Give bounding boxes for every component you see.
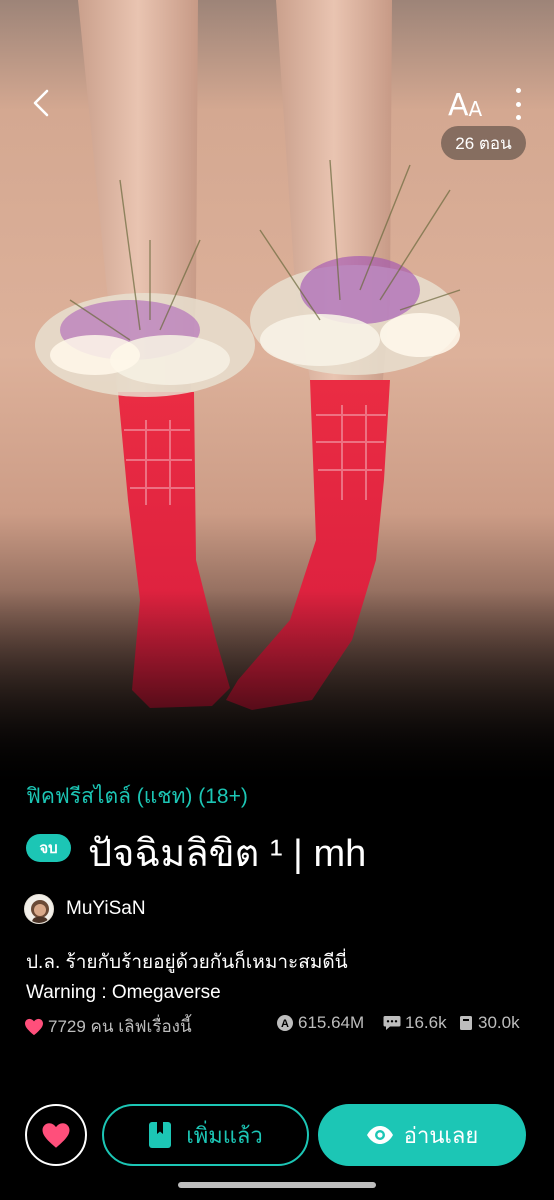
font-size-label-big: A bbox=[448, 88, 469, 123]
read-now-label: อ่านเลย bbox=[403, 1122, 479, 1148]
chevron-left-icon bbox=[33, 89, 49, 117]
bookmark-icon bbox=[149, 1122, 172, 1148]
cover-fade bbox=[0, 590, 554, 790]
add-to-library-button[interactable]: เพิ่มแล้ว bbox=[102, 1104, 309, 1166]
status-badge: จบ bbox=[26, 834, 71, 862]
comments-stat: 16.6k bbox=[383, 1013, 447, 1033]
read-now-button[interactable]: อ่านเลย bbox=[318, 1104, 526, 1166]
chapter-count-pill: 26 ตอน bbox=[441, 126, 526, 160]
category-link[interactable]: ฟิคฟรีสไตล์ (แชท) (18+) bbox=[26, 780, 248, 813]
description-line: ป.ล. ร้ายกับร้ายอยู่ด้วยกันก็เหมาะสมดีนี… bbox=[26, 952, 348, 973]
right-flowers bbox=[250, 256, 460, 375]
eye-icon bbox=[366, 1126, 393, 1144]
chapters-read-count: 30.0k bbox=[478, 1013, 520, 1032]
author-name: MuYiSaN bbox=[66, 898, 146, 919]
comment-icon bbox=[383, 1016, 401, 1030]
left-flowers bbox=[35, 293, 255, 397]
likes-count: 7729 คน เลิฟเรื่องนี้ bbox=[48, 1017, 192, 1036]
novel-title: ปัจฉิมลิขิต ¹ | mh bbox=[88, 833, 367, 875]
heart-icon bbox=[42, 1122, 70, 1148]
comments-count: 16.6k bbox=[405, 1013, 447, 1032]
more-menu-button[interactable] bbox=[506, 88, 530, 120]
views-stat: A 615.64M bbox=[276, 1013, 364, 1033]
back-button[interactable] bbox=[24, 86, 58, 120]
font-size-button[interactable]: A A bbox=[448, 84, 490, 122]
stats-row: 7729 คน เลิฟเรื่องนี้ A 615.64M 16.6k 30… bbox=[24, 1013, 530, 1037]
home-indicator[interactable] bbox=[178, 1182, 376, 1188]
likes-stat: 7729 คน เลิฟเรื่องนี้ bbox=[24, 1013, 192, 1040]
book-icon bbox=[460, 1016, 472, 1030]
views-count: 615.64M bbox=[298, 1013, 365, 1032]
avatar bbox=[24, 894, 54, 924]
chapters-read-stat: 30.0k bbox=[458, 1013, 520, 1033]
author-link[interactable]: MuYiSaN bbox=[24, 893, 146, 925]
love-button[interactable] bbox=[25, 1104, 87, 1166]
description: ป.ล. ร้ายกับร้ายอยู่ด้วยกันก็เหมาะสมดีนี… bbox=[26, 948, 536, 1008]
add-to-library-label: เพิ่มแล้ว bbox=[186, 1122, 263, 1148]
font-size-label-small: A bbox=[468, 97, 483, 121]
heart-icon bbox=[25, 1018, 43, 1035]
views-icon: A bbox=[277, 1015, 293, 1031]
description-line: Warning : Omegaverse bbox=[26, 982, 221, 1003]
svg-text:A: A bbox=[281, 1018, 289, 1030]
more-vertical-icon bbox=[515, 88, 521, 93]
